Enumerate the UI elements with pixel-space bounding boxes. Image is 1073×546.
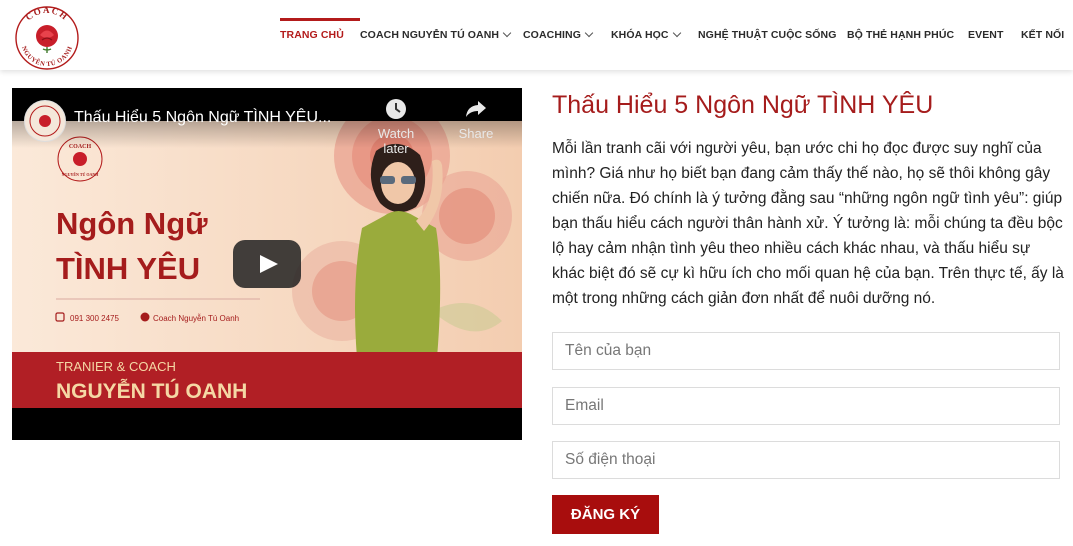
description-text: Mỗi lần tranh cãi với người yêu, bạn ước…	[552, 140, 1064, 307]
clock-icon	[366, 98, 426, 120]
thumbnail-name: NGUYỄN TÚ OANH	[56, 379, 247, 403]
nav-item-coaching[interactable]: COACHING	[523, 0, 611, 70]
play-button[interactable]	[233, 240, 301, 288]
nav-item-event[interactable]: EVENT	[968, 0, 1021, 70]
chevron-down-icon	[502, 28, 512, 38]
chevron-down-icon	[584, 28, 594, 38]
page-title: Thấu Hiểu 5 Ngôn Ngữ TÌNH YÊU	[552, 91, 934, 119]
svg-text:COACH: COACH	[24, 5, 71, 22]
phone-field[interactable]	[552, 441, 1060, 479]
share-button[interactable]: Share	[446, 98, 506, 141]
video-title[interactable]: Thấu Hiểu 5 Ngôn Ngữ TÌNH YÊU...	[74, 109, 331, 127]
site-header: COACH NGUYỄN TÚ OANH TRANG CHỦ COACH NGU…	[0, 0, 1073, 70]
register-button[interactable]: ĐĂNG KÝ	[552, 495, 659, 534]
rose-logo-icon: COACH NGUYỄN TÚ OANH	[15, 5, 79, 70]
thumbnail-facebook: Coach Nguyễn Tú Oanh	[153, 314, 239, 323]
channel-avatar[interactable]	[24, 100, 66, 142]
nav-item-coach-nguyen-tu-oanh[interactable]: COACH NGUYỄN TÚ OANH	[360, 0, 523, 70]
thumbnail-headline-2: TÌNH YÊU	[56, 250, 200, 286]
share-icon	[446, 98, 506, 120]
svg-text:NGUYỄN TÚ OANH: NGUYỄN TÚ OANH	[62, 172, 100, 177]
thumbnail-role: TRANIER & COACH	[56, 359, 176, 374]
thumbnail-headline-1: Ngôn Ngữ	[56, 206, 208, 241]
main-nav: TRANG CHỦ COACH NGUYỄN TÚ OANH COACHING …	[280, 0, 1071, 70]
email-field[interactable]	[552, 387, 1060, 425]
watch-later-button[interactable]: Watch later	[366, 98, 426, 156]
channel-avatar-icon	[29, 105, 61, 137]
play-icon	[233, 240, 301, 288]
content-column: Thấu Hiểu 5 Ngôn Ngữ TÌNH YÊU Mỗi lần tr…	[552, 88, 1064, 311]
nav-item-ket-noi[interactable]: KẾT NỐI	[1021, 0, 1071, 70]
chevron-down-icon	[672, 28, 681, 38]
video-player[interactable]: COACH NGUYỄN TÚ OANH Ngôn Ngữ TÌNH YÊU 0…	[12, 88, 522, 440]
nav-item-khoa-hoc[interactable]: KHÓA HỌC	[611, 0, 698, 70]
nav-item-nghe-thuat-cuoc-song[interactable]: NGHỆ THUẬT CUỘC SỐNG	[698, 0, 847, 70]
video-top-bar: Thấu Hiểu 5 Ngôn Ngữ TÌNH YÊU... Watch l…	[12, 88, 522, 156]
nav-item-trang-chu[interactable]: TRANG CHỦ	[280, 0, 360, 70]
facebook-icon	[140, 312, 150, 322]
thumbnail-phone: 091 300 2475	[70, 314, 119, 323]
site-logo[interactable]: COACH NGUYỄN TÚ OANH	[10, 2, 84, 70]
name-field[interactable]	[552, 332, 1060, 370]
nav-item-bo-the-hanh-phuc[interactable]: BỘ THẺ HẠNH PHÚC	[847, 0, 968, 70]
